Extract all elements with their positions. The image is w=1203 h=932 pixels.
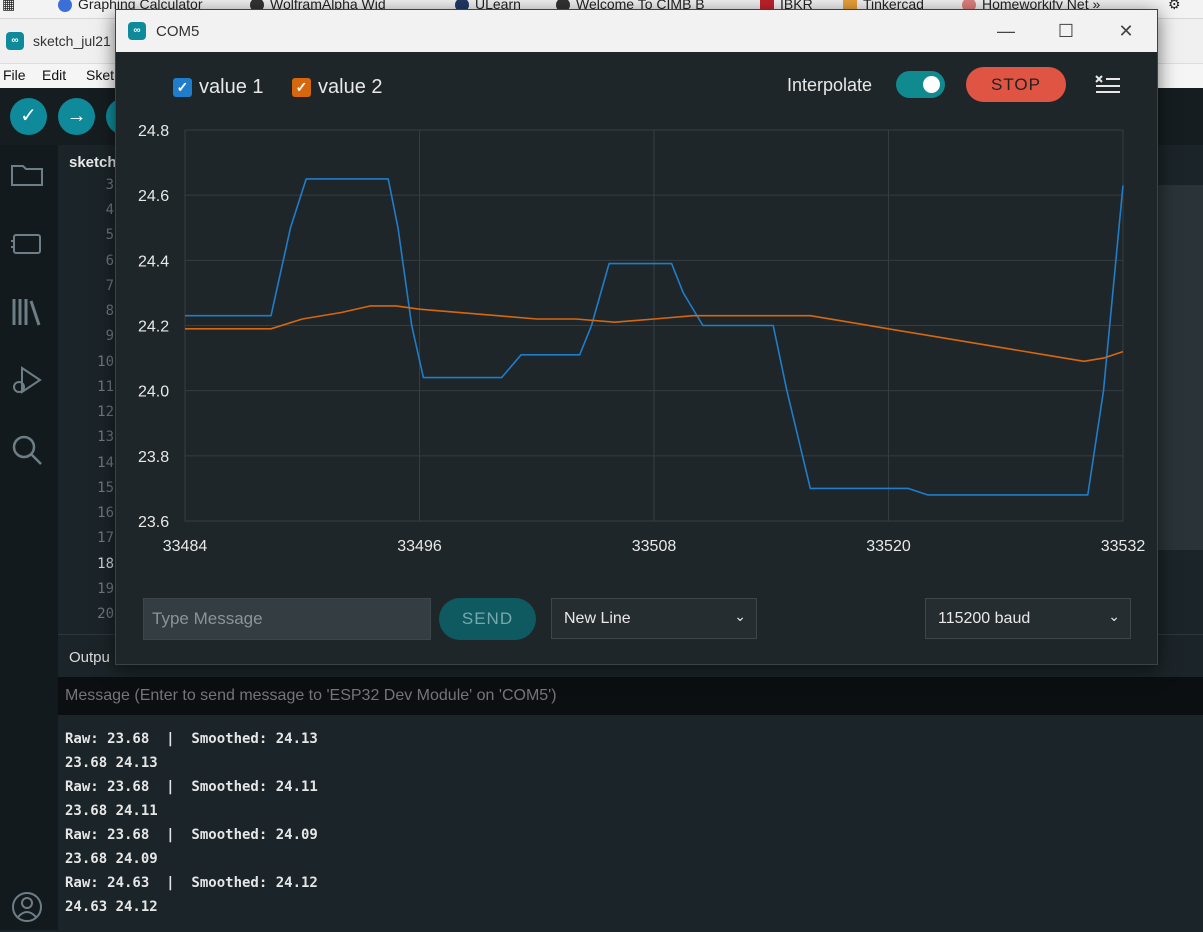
chevron-down-icon: ⌄ — [1108, 608, 1120, 624]
output-line: 23.68 24.09 — [65, 851, 158, 867]
interpolate-toggle[interactable] — [896, 71, 945, 98]
output-line: Raw: 23.68 | Smoothed: 24.09 — [65, 827, 318, 843]
arduino-logo-icon: ∞ — [6, 32, 24, 50]
ide-sidebar — [0, 145, 58, 930]
menu-sketch[interactable]: Sket — [86, 67, 114, 83]
board-manager-icon[interactable] — [10, 227, 44, 261]
baud-rate-select[interactable]: 115200 baud ⌄ — [925, 598, 1131, 639]
clear-plot-icon[interactable] — [1094, 72, 1122, 98]
x-tick-label: 33532 — [1101, 538, 1146, 555]
maximize-icon[interactable]: ☐ — [1046, 18, 1086, 44]
menu-file[interactable]: File — [3, 67, 26, 83]
line-number: 12 — [97, 404, 114, 420]
verify-button[interactable]: ✓ — [10, 98, 47, 135]
baud-rate-value: 115200 baud — [938, 610, 1031, 627]
y-tick-label: 23.8 — [138, 449, 169, 466]
minimize-icon[interactable]: — — [986, 18, 1026, 44]
line-number: 3 — [105, 177, 114, 193]
plot-grid — [184, 129, 1124, 522]
plotter-message-input[interactable] — [143, 598, 431, 640]
output-line: 23.68 24.11 — [65, 803, 158, 819]
x-tick-label: 33484 — [163, 538, 208, 555]
line-ending-value: New Line — [564, 610, 631, 627]
line-number: 17 — [97, 530, 114, 546]
apps-grid-icon[interactable]: ▦ — [2, 0, 15, 13]
y-tick-label: 24.6 — [138, 188, 169, 205]
y-tick-label: 24.8 — [138, 123, 169, 140]
editor-tab-sketch[interactable]: sketch — [69, 154, 117, 171]
interpolate-label: Interpolate — [787, 75, 873, 95]
output-line: Raw: 23.68 | Smoothed: 24.11 — [65, 779, 318, 795]
chevron-down-icon: ⌄ — [734, 608, 746, 624]
output-line: Raw: 24.63 | Smoothed: 24.12 — [65, 875, 318, 891]
line-number: 4 — [105, 202, 114, 218]
ide-window-title: sketch_jul21 — [33, 33, 111, 49]
plotter-window-title: COM5 — [156, 23, 200, 40]
value-2-checkbox[interactable]: ✓ — [292, 78, 311, 97]
line-number: 14 — [97, 455, 114, 471]
plot-chart: 24.824.624.424.224.023.823.6 33484 33496 3… — [138, 123, 1146, 555]
x-tick-label: 33508 — [632, 538, 677, 555]
x-tick-label: 33520 — [866, 538, 911, 555]
serial-output: Raw: 23.68 | Smoothed: 24.13 23.68 24.13… — [58, 715, 1203, 930]
output-line: 24.63 24.12 — [65, 899, 158, 915]
line-number: 10 — [97, 354, 114, 370]
line-number: 9 — [105, 328, 114, 344]
library-manager-icon[interactable] — [10, 295, 44, 329]
value-1-checkbox[interactable]: ✓ — [173, 78, 192, 97]
line-number: 19 — [97, 581, 114, 597]
line-number: 18 — [97, 556, 114, 572]
serial-message-input[interactable] — [58, 677, 1203, 715]
x-tick-label: 33496 — [397, 538, 442, 555]
line-number: 13 — [97, 429, 114, 445]
y-axis-ticks: 24.8 24.6 24.4 24.2 24.0 23.8 23.6 — [138, 123, 169, 531]
send-button[interactable]: SEND — [439, 598, 536, 640]
line-number: 16 — [97, 505, 114, 521]
serial-plotter-window: ∞ COM5 — ☐ ✕ ✓ value 1 ✓ value 2 Interpo… — [115, 9, 1158, 665]
account-icon[interactable] — [10, 890, 44, 924]
minimap — [1158, 185, 1203, 550]
output-line: 23.68 24.13 — [65, 755, 158, 771]
folder-icon[interactable] — [10, 157, 44, 191]
line-number: 6 — [105, 253, 114, 269]
close-icon[interactable]: ✕ — [1106, 18, 1146, 44]
line-number: 8 — [105, 303, 114, 319]
y-tick-label: 23.6 — [138, 514, 169, 531]
line-ending-select[interactable]: New Line ⌄ — [551, 598, 757, 639]
line-number: 15 — [97, 480, 114, 496]
upload-button[interactable]: → — [58, 98, 95, 135]
line-number: 20 — [97, 606, 114, 622]
output-line: Raw: 23.68 | Smoothed: 24.13 — [65, 731, 318, 747]
desmos-icon — [58, 0, 72, 13]
line-number: 11 — [97, 379, 114, 395]
plotter-titlebar: ∞ COM5 — ☐ ✕ — [116, 10, 1157, 52]
legend-label: value 1 — [199, 76, 264, 98]
menu-edit[interactable]: Edit — [42, 67, 66, 83]
y-tick-label: 24.0 — [138, 384, 169, 401]
search-icon[interactable] — [10, 433, 44, 467]
settings-icon[interactable]: ⚙ — [1168, 0, 1181, 13]
serial-message-bar — [58, 677, 1203, 715]
output-tab-label[interactable]: Outpu — [69, 649, 110, 666]
arduino-logo-icon: ∞ — [128, 22, 146, 40]
y-tick-label: 24.4 — [138, 253, 169, 270]
x-axis-ticks: 33484 33496 33508 33520 33532 — [163, 538, 1146, 555]
debug-icon[interactable] — [10, 363, 44, 397]
y-tick-label: 24.2 — [138, 319, 169, 336]
line-number-gutter: 3 4 5 6 7 8 9 10 11 12 13 14 15 16 17 18… — [58, 177, 116, 634]
legend-label: value 2 — [318, 76, 383, 98]
line-number: 7 — [105, 278, 114, 294]
toggle-knob — [923, 76, 940, 93]
line-number: 5 — [105, 227, 114, 243]
stop-button[interactable]: STOP — [966, 67, 1066, 102]
